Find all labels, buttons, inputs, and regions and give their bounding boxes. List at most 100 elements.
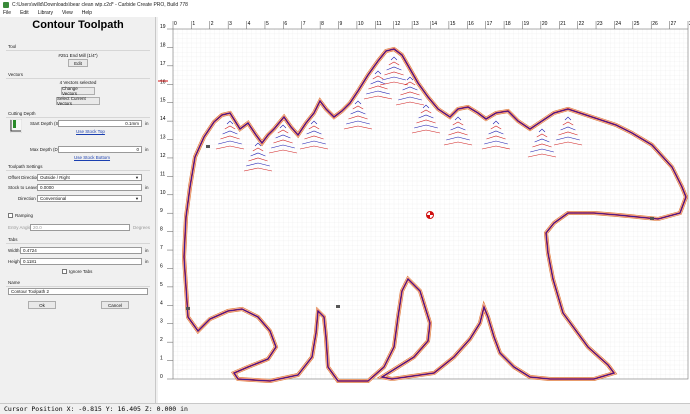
ruler-y-label: 7 <box>160 245 163 251</box>
divider <box>6 243 150 244</box>
ruler-y-label: 6 <box>160 263 163 269</box>
direction-label: Direction <box>18 196 36 201</box>
ruler-x-label: 26 <box>652 21 658 27</box>
tabs-section-label: Tabs <box>8 237 18 242</box>
menu-library[interactable]: Library <box>38 10 53 16</box>
use-stock-bottom-link[interactable]: Use Stock Bottom <box>74 155 110 160</box>
ruler-x-label: 3 <box>229 21 232 27</box>
tab-width-label: Width <box>8 248 20 253</box>
vectors-selected-text: 4 Vectors selected <box>59 80 97 85</box>
ruler-y-label: 13 <box>160 135 166 141</box>
change-vectors-button[interactable]: Change Vectors <box>61 86 95 96</box>
window-title: C:\Users\willd\Downloads\bear clean wip.… <box>12 1 188 8</box>
offset-direction-select[interactable]: Outside / Right ▼ <box>37 174 142 181</box>
menu-help[interactable]: Help <box>82 10 92 16</box>
use-stock-top-link[interactable]: Use Stock Top <box>76 129 105 134</box>
status-bar: Cursor Position X: -0.815 Y: 16.405 Z: 0… <box>0 403 690 414</box>
offset-direction-label: Offset Direction <box>8 175 39 180</box>
ruler-x-label: 25 <box>634 21 640 27</box>
select-current-vectors-button[interactable]: Select Current Vectors <box>56 96 100 106</box>
ruler-x-label: 7 <box>303 21 306 27</box>
entry-angle-unit: Degrees <box>133 225 151 230</box>
ruler-x-label: 4 <box>248 21 251 27</box>
name-section-label: Name <box>8 280 21 285</box>
direction-select[interactable]: Conventional ▼ <box>37 195 142 202</box>
canvas-svg[interactable]: 0 1 2 3 4 5 6 7 8 9 10 11 12 13 14 15 16 17 18 19 20 21 22 23 24… <box>158 17 690 403</box>
entry-angle-label: Entry Angle <box>8 225 32 230</box>
tool-name: #251 End Mill (1/4") <box>58 53 98 58</box>
tab-marker[interactable] <box>206 145 210 148</box>
ruler-x-label: 10 <box>358 21 364 27</box>
cancel-button[interactable]: Cancel <box>101 301 129 309</box>
cursor-position-text: Cursor Position X: -0.815 Y: 16.405 Z: 0… <box>4 405 188 413</box>
top-ruler <box>158 17 690 29</box>
ruler-y-label: 0 <box>160 374 163 380</box>
title-bar: C:\Users\willd\Downloads\bear clean wip.… <box>0 0 690 9</box>
ruler-y-label: 12 <box>160 153 166 159</box>
divider <box>6 50 150 51</box>
stock-to-leave-input[interactable]: 0.0000 <box>37 184 142 191</box>
ruler-x-label: 0 <box>174 21 177 27</box>
tab-width-unit: in <box>145 248 149 253</box>
ruler-y-label: 11 <box>160 171 165 177</box>
toolpath-name-input[interactable]: Contour Toolpath 2 <box>8 288 148 295</box>
ruler-y-label: 19 <box>160 24 166 30</box>
ruler-y-label: 5 <box>160 282 163 288</box>
toolpath-panel: Contour Toolpath Tool #251 End Mill (1/4… <box>0 17 156 403</box>
menu-view[interactable]: View <box>62 10 73 16</box>
ruler-x-label: 9 <box>340 21 343 27</box>
ruler-x-label: 5 <box>266 21 269 27</box>
tab-width-input[interactable]: 0.4724 <box>20 247 142 254</box>
divider <box>6 286 150 287</box>
tab-marker[interactable] <box>336 305 340 308</box>
ramping-label: Ramping <box>15 213 34 218</box>
entry-angle-input[interactable]: 20.0 <box>30 224 130 231</box>
design-canvas[interactable]: 0 1 2 3 4 5 6 7 8 9 10 11 12 13 14 15 16 17 18 19 20 21 22 23 24… <box>158 17 690 403</box>
edit-tool-button[interactable]: Edit <box>68 59 88 67</box>
ok-button[interactable]: Ok <box>28 301 56 309</box>
tab-height-unit: in <box>145 259 149 264</box>
ruler-x-label: 21 <box>560 21 566 27</box>
ruler-x-label: 22 <box>579 21 585 27</box>
tool-section-label: Tool <box>8 44 17 49</box>
chevron-down-icon: ▼ <box>135 196 139 201</box>
max-depth-unit: in <box>145 147 149 152</box>
start-depth-label: Start Depth (S) <box>30 121 61 126</box>
ruler-x-label: 16 <box>468 21 474 27</box>
divider <box>6 117 150 118</box>
ruler-x-label: 15 <box>450 21 456 27</box>
ramping-checkbox[interactable] <box>8 213 13 218</box>
start-depth-unit: in <box>145 121 149 126</box>
panel-title: Contour Toolpath <box>32 19 124 31</box>
max-depth-input[interactable]: 0 <box>58 146 142 153</box>
ruler-x-label: 2 <box>211 21 214 27</box>
ruler-x-label: 12 <box>395 21 401 27</box>
ruler-x-label: 1 <box>192 21 195 27</box>
app-icon <box>3 1 9 8</box>
ruler-x-label: 8 <box>321 21 324 27</box>
ruler-x-label: 27 <box>671 21 677 27</box>
max-depth-label: Max Depth (D) <box>30 147 60 152</box>
cut-depth-icon <box>10 119 22 133</box>
divider <box>6 78 150 79</box>
ruler-x-label: 6 <box>284 21 287 27</box>
tab-marker[interactable] <box>186 307 190 310</box>
tab-height-input[interactable]: 0.1181 <box>20 258 142 265</box>
tab-marker[interactable] <box>650 217 654 220</box>
ruler-x-label: 11 <box>376 21 381 27</box>
ruler-x-label: 18 <box>505 21 511 27</box>
ruler-x-label: 19 <box>523 21 529 27</box>
menu-file[interactable]: File <box>3 10 11 16</box>
ruler-y-label: 9 <box>160 208 163 214</box>
ruler-y-label: 1 <box>160 356 163 362</box>
ruler-x-label: 13 <box>413 21 419 27</box>
ruler-y-label: 17 <box>160 61 166 67</box>
ruler-y-label: 10 <box>160 190 166 196</box>
ruler-x-label: 20 <box>542 21 548 27</box>
toolpath-settings-label: Toolpath Settings <box>8 164 43 169</box>
ignore-tabs-checkbox[interactable] <box>62 269 67 274</box>
origin-marker-icon[interactable] <box>426 211 434 219</box>
menu-bar: File Edit Library View Help <box>0 9 690 17</box>
menu-edit[interactable]: Edit <box>20 10 29 16</box>
start-depth-input[interactable]: 0.1mm <box>58 120 142 127</box>
